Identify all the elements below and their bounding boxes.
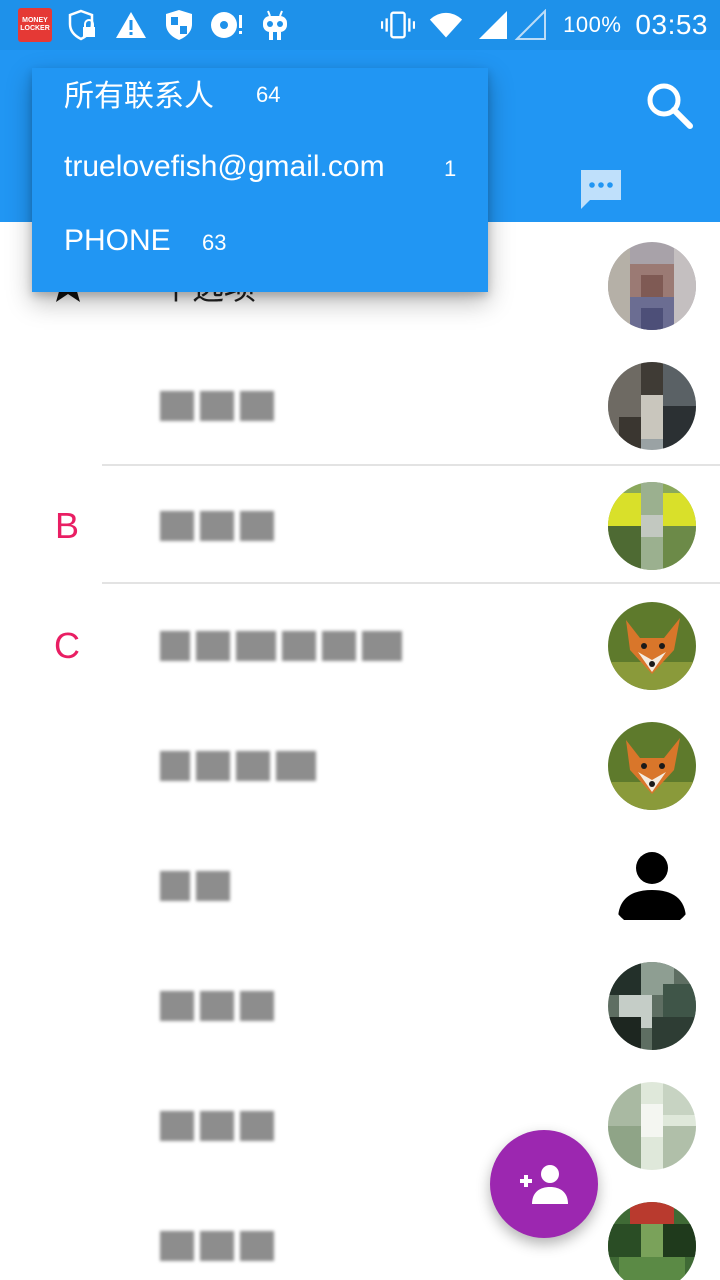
contact-list[interactable]: 个选项 <box>0 222 720 1280</box>
shield-lock-icon <box>66 8 100 42</box>
vibrate-icon <box>381 8 416 42</box>
list-item[interactable] <box>0 826 720 946</box>
search-icon[interactable] <box>644 80 696 132</box>
avatar[interactable] <box>608 482 696 570</box>
list-item[interactable] <box>0 1186 720 1280</box>
dropdown-item-count: 1 <box>444 156 457 181</box>
system-status: 100% 03:53 <box>381 0 708 50</box>
dropdown-item-phone[interactable]: PHONE 63 <box>32 204 488 278</box>
dropdown-item-count: 63 <box>202 230 227 255</box>
list-item[interactable]: B <box>0 466 720 586</box>
contact-name-redacted <box>160 826 230 946</box>
avatar[interactable] <box>608 242 696 330</box>
dropdown-item-label: truelovefish@gmail.com <box>64 150 385 183</box>
security-shield-icon <box>162 8 196 42</box>
money-locker-label-1: MONEY <box>22 17 48 24</box>
signal-icon <box>477 8 549 42</box>
clock: 03:53 <box>635 9 708 40</box>
list-item[interactable] <box>0 346 720 466</box>
warning-icon <box>114 8 148 42</box>
dropdown-item-gmail-account[interactable]: truelovefish@gmail.com 1 <box>32 130 488 204</box>
avatar[interactable] <box>608 602 696 690</box>
contact-name-redacted <box>160 946 274 1066</box>
wifi-icon <box>429 8 463 42</box>
android-robot-icon <box>258 8 292 42</box>
avatar[interactable] <box>608 1202 696 1280</box>
notification-icons: MONEY LOCKER <box>18 8 292 42</box>
list-item[interactable] <box>0 1066 720 1186</box>
chat-bubble-icon[interactable] <box>578 168 624 214</box>
money-locker-icon: MONEY LOCKER <box>18 8 52 42</box>
contact-name-redacted <box>160 1066 274 1186</box>
money-locker-label-2: LOCKER <box>20 25 50 32</box>
contact-name-redacted <box>160 1186 274 1280</box>
contact-name-redacted <box>160 706 316 826</box>
section-letter: B <box>54 505 79 546</box>
avatar[interactable] <box>608 962 696 1050</box>
avatar[interactable] <box>608 1082 696 1170</box>
avatar[interactable] <box>608 362 696 450</box>
contact-name-redacted <box>160 346 274 466</box>
battery-level: 100% <box>563 12 622 37</box>
list-item[interactable] <box>0 706 720 826</box>
contact-name-redacted <box>160 586 402 706</box>
dropdown-item-count: 64 <box>256 82 281 107</box>
list-item[interactable]: C <box>0 586 720 706</box>
contact-name-redacted <box>160 466 274 586</box>
list-item[interactable] <box>0 946 720 1066</box>
disc-alert-icon <box>210 8 244 42</box>
dropdown-item-all-contacts[interactable]: 所有联系人 64 <box>32 56 488 130</box>
add-person-icon <box>520 1165 568 1204</box>
default-person-icon[interactable] <box>608 842 696 930</box>
account-filter-dropdown: 所有联系人 64 truelovefish@gmail.com 1 PHONE … <box>32 68 488 292</box>
dropdown-item-label: 所有联系人 <box>64 80 214 113</box>
add-contact-button[interactable] <box>490 1130 598 1238</box>
status-bar: MONEY LOCKER 100% 03:53 <box>0 0 720 50</box>
divider <box>102 582 720 584</box>
avatar[interactable] <box>608 722 696 810</box>
section-letter: C <box>54 625 80 666</box>
dropdown-item-label: PHONE <box>64 224 171 257</box>
